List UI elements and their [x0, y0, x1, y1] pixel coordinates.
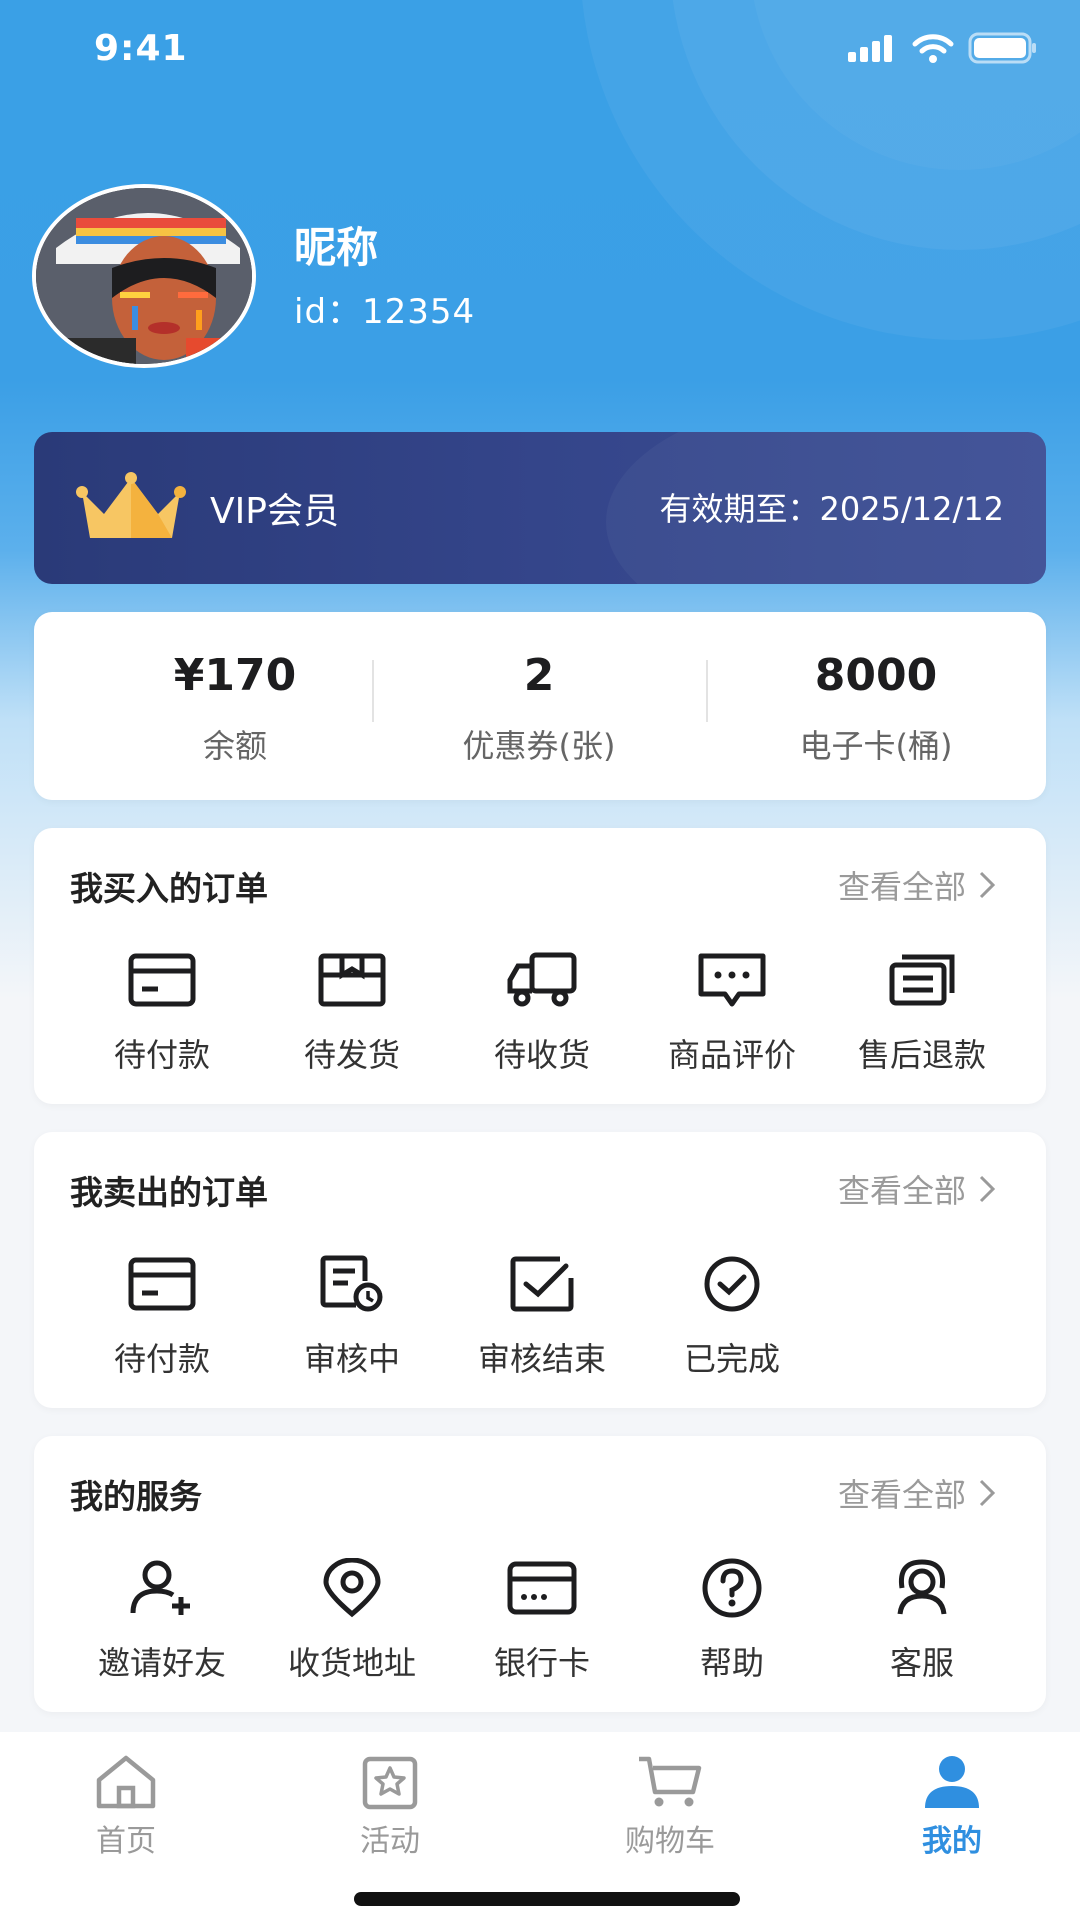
- buy-item-review[interactable]: 商品评价: [637, 948, 827, 1076]
- card-icon: [128, 953, 196, 1007]
- nickname: 昵称: [294, 223, 379, 272]
- home-indicator: [354, 1892, 740, 1906]
- grid-label: 邀请好友: [97, 1644, 226, 1682]
- grid-label: 商品评价: [667, 1036, 796, 1074]
- grid-label: 售后退款: [857, 1036, 986, 1074]
- crown-icon: [76, 472, 186, 538]
- view-all-link[interactable]: 查看全部: [838, 1166, 996, 1212]
- status-icons: [846, 32, 1038, 64]
- stat-value: 2: [523, 650, 555, 701]
- section-title: 我买入的订单: [70, 869, 268, 908]
- grid-label: 待收货: [493, 1036, 590, 1074]
- buy-item-pending-ship[interactable]: 待发货: [257, 948, 447, 1076]
- buy-orders-card: 我买入的订单 查看全部 待付款 待发货 待收货 商品评价 售后退款: [34, 828, 1046, 1104]
- sell-item-reviewing[interactable]: 审核中: [257, 1252, 447, 1380]
- grid-label: 审核中: [303, 1340, 400, 1378]
- tab-label: 我的: [922, 1824, 982, 1859]
- view-all-label: 查看全部: [837, 1476, 966, 1514]
- cart-icon: [639, 1756, 702, 1807]
- user-id: id：12354: [294, 292, 476, 332]
- tab-label: 首页: [96, 1824, 156, 1859]
- grid-label: 待发货: [303, 1036, 400, 1074]
- chevron-right-icon: [979, 871, 996, 899]
- avatar[interactable]: [32, 184, 256, 368]
- home-icon: [96, 1755, 156, 1809]
- service-help[interactable]: 帮助: [637, 1556, 827, 1684]
- buy-item-pending-receive[interactable]: 待收货: [447, 948, 637, 1076]
- tab-label: 购物车: [625, 1824, 715, 1859]
- services-card: 我的服务 查看全部 邀请好友 收货地址 银行卡 帮助 客服: [34, 1436, 1046, 1712]
- vip-expiry: 有效期至：2025/12/12: [659, 490, 1004, 528]
- review-done-icon: [510, 1256, 574, 1312]
- stat-value: ¥170: [173, 650, 297, 701]
- stat-label: 电子卡(桶): [799, 727, 953, 765]
- stat-coupons[interactable]: 2 优惠券(张): [374, 650, 704, 767]
- wifi-icon: [912, 34, 954, 63]
- stat-label: 优惠券(张): [462, 727, 616, 765]
- view-all-label: 查看全部: [837, 1172, 966, 1210]
- stat-balance[interactable]: ¥170 余额: [70, 650, 400, 767]
- view-all-link[interactable]: 查看全部: [838, 862, 996, 908]
- chevron-right-icon: [979, 1175, 996, 1203]
- tab-mine[interactable]: 我的: [852, 1750, 1052, 1860]
- tab-label: 活动: [360, 1824, 420, 1859]
- tab-activity[interactable]: 活动: [290, 1750, 490, 1860]
- chevron-right-icon: [979, 1479, 996, 1507]
- profile-header: 昵称 id：12354: [32, 184, 732, 374]
- grid-label: 待付款: [113, 1340, 210, 1378]
- view-all-link[interactable]: 查看全部: [838, 1470, 996, 1516]
- help-icon: [702, 1558, 762, 1618]
- customer-service-icon: [897, 1559, 947, 1615]
- status-bar: 9:41: [0, 0, 1080, 100]
- service-invite-friends[interactable]: 邀请好友: [67, 1556, 257, 1684]
- grid-label: 收货地址: [287, 1644, 416, 1682]
- battery-icon: [968, 32, 1036, 64]
- vip-label: VIP会员: [210, 491, 339, 532]
- service-bank-card[interactable]: 银行卡: [447, 1556, 637, 1684]
- stat-ecard[interactable]: 8000 电子卡(桶): [711, 650, 1041, 767]
- account-stats: ¥170 余额 2 优惠券(张) 8000 电子卡(桶): [34, 612, 1046, 800]
- review-pending-icon: [320, 1255, 383, 1312]
- stat-label: 余额: [202, 727, 267, 765]
- grid-label: 银行卡: [493, 1644, 590, 1682]
- grid-label: 待付款: [113, 1036, 210, 1074]
- card-icon: [128, 1257, 196, 1311]
- grid-label: 审核结束: [477, 1340, 606, 1378]
- grid-label: 客服: [889, 1644, 954, 1682]
- section-title: 我卖出的订单: [70, 1173, 268, 1212]
- grid-label: 帮助: [699, 1644, 764, 1682]
- sell-item-pending-payment[interactable]: 待付款: [67, 1252, 257, 1380]
- box-icon: [318, 953, 386, 1007]
- view-all-label: 查看全部: [837, 868, 966, 906]
- stat-value: 8000: [814, 650, 938, 701]
- refund-icon: [889, 954, 955, 1006]
- add-user-icon: [130, 1560, 190, 1615]
- service-customer-service[interactable]: 客服: [827, 1556, 1017, 1684]
- signal-icon: [848, 35, 892, 62]
- truck-icon: [507, 952, 577, 1007]
- section-title: 我的服务: [70, 1477, 202, 1516]
- tab-home[interactable]: 首页: [26, 1750, 226, 1860]
- buy-item-refund[interactable]: 售后退款: [827, 948, 1017, 1076]
- bank-card-icon: [507, 1561, 577, 1615]
- location-icon: [323, 1558, 381, 1618]
- sell-orders-card: 我卖出的订单 查看全部 待付款 审核中 审核结束 已完成: [34, 1132, 1046, 1408]
- divider: [706, 660, 708, 722]
- vip-card[interactable]: VIP会员 有效期至：2025/12/12: [34, 432, 1046, 584]
- grid-label: 已完成: [683, 1340, 780, 1378]
- sell-item-review-done[interactable]: 审核结束: [447, 1252, 637, 1380]
- service-address[interactable]: 收货地址: [257, 1556, 447, 1684]
- tab-cart[interactable]: 购物车: [570, 1750, 770, 1860]
- sell-item-completed[interactable]: 已完成: [637, 1252, 827, 1380]
- comment-icon: [698, 953, 766, 1007]
- activity-icon: [362, 1756, 418, 1810]
- status-time: 9:41: [94, 28, 188, 69]
- buy-item-pending-payment[interactable]: 待付款: [67, 948, 257, 1076]
- check-circle-icon: [704, 1256, 760, 1312]
- user-icon: [925, 1756, 979, 1808]
